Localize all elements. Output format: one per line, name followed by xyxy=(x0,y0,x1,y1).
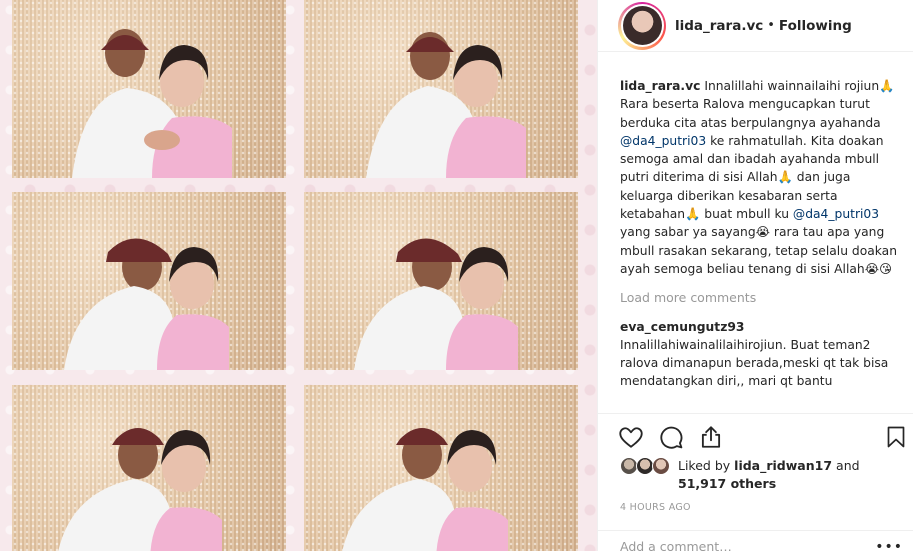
photo-frame-1 xyxy=(12,0,286,178)
comment-text: Innalillahiwainalilaihirojiun. Buat tema… xyxy=(620,337,889,389)
add-comment-input[interactable]: Add a comment… xyxy=(598,530,913,551)
likes-count[interactable]: 51,917 others xyxy=(678,476,776,491)
avatar[interactable] xyxy=(618,1,666,50)
likes-summary: Liked by lida_ridwan17 and 51,917 others xyxy=(620,457,860,493)
post-panel: lida_rara.vc • Following lida_rara.vc In… xyxy=(597,0,913,551)
liked-and-label: and xyxy=(836,458,860,473)
heart-icon[interactable] xyxy=(618,424,644,450)
photo-frame-6 xyxy=(304,385,578,551)
header-separator: • xyxy=(767,18,775,33)
load-more-comments-button[interactable]: Load more comments xyxy=(620,289,902,307)
comment-icon[interactable] xyxy=(658,424,684,450)
comments-section: lida_rara.vc Innalillahi wainnailaihi ro… xyxy=(598,69,913,413)
divider xyxy=(598,413,913,414)
liked-by-label: Liked by xyxy=(678,458,731,473)
post-image[interactable] xyxy=(0,0,597,551)
caption-text-3: yang sabar ya sayang😭 rara tau apa yang … xyxy=(620,225,898,276)
caption-username[interactable]: lida_rara.vc xyxy=(620,79,700,93)
post-timestamp[interactable]: 4 HOURS AGO xyxy=(620,502,691,513)
liked-by-user[interactable]: lida_ridwan17 xyxy=(734,458,832,473)
caption: lida_rara.vc Innalillahi wainnailaihi ro… xyxy=(620,77,902,278)
photo-frame-5 xyxy=(12,385,286,551)
action-bar xyxy=(618,424,913,452)
photo-frame-4 xyxy=(304,192,578,370)
header-username[interactable]: lida_rara.vc xyxy=(675,18,763,34)
bookmark-icon[interactable] xyxy=(884,424,908,450)
caption-mention-2[interactable]: @da4_putri03 xyxy=(793,207,879,221)
share-icon[interactable] xyxy=(698,424,724,450)
photo-frame-2 xyxy=(304,0,578,178)
more-options-icon[interactable]: ••• xyxy=(875,539,903,551)
photo-frame-3 xyxy=(12,192,286,370)
caption-mention-1[interactable]: @da4_putri03 xyxy=(620,134,706,148)
post-header: lida_rara.vc • Following xyxy=(598,0,913,52)
following-button[interactable]: Following xyxy=(779,18,852,34)
comment-item: eva_cemungutz93 Innalillahiwainalilaihir… xyxy=(620,318,902,391)
liker-avatars[interactable] xyxy=(620,457,674,477)
comment-username[interactable]: eva_cemungutz93 xyxy=(620,318,902,336)
